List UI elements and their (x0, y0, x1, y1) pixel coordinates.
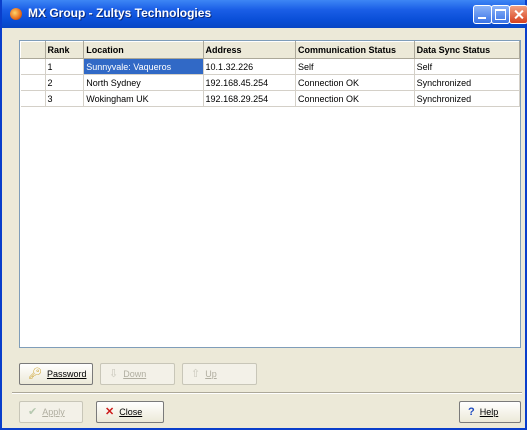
separator (12, 392, 522, 394)
cell-communication-status: Connection OK (295, 74, 415, 91)
mx-group-list[interactable]: Rank Location Address Communication Stat… (19, 40, 521, 348)
apply-button-label: Apply (42, 407, 65, 417)
minimize-button[interactable] (473, 5, 492, 24)
cell-location[interactable]: Wokingham UK (83, 90, 204, 107)
row-selector[interactable] (20, 58, 46, 75)
table-header-row: Rank Location Address Communication Stat… (20, 41, 520, 59)
close-button[interactable]: ✕ Close (96, 401, 164, 423)
app-icon (10, 8, 22, 20)
key-icon: 🔑︎ (28, 367, 42, 380)
window-title: MX Group - Zultys Technologies (28, 6, 212, 20)
mx-group-table: Rank Location Address Communication Stat… (20, 41, 520, 107)
column-header-communication-status[interactable]: Communication Status (294, 41, 415, 59)
table-row[interactable]: 1 Sunnyvale: Vaqueros 10.1.32.226 Self S… (20, 58, 520, 75)
cell-communication-status: Self (295, 58, 415, 75)
help-icon: ? (468, 405, 475, 418)
down-button[interactable]: ⇩ Down (100, 363, 175, 385)
cell-rank: 3 (45, 90, 85, 107)
maximize-button[interactable] (491, 5, 510, 24)
down-button-label: Down (123, 369, 147, 379)
password-button-label: Password (46, 369, 87, 379)
mx-group-window: MX Group - Zultys Technologies Rank Loca… (0, 0, 528, 430)
help-button[interactable]: ? Help (459, 401, 521, 423)
title-bar[interactable]: MX Group - Zultys Technologies (2, 0, 528, 28)
cell-location[interactable]: North Sydney (83, 74, 204, 91)
password-button[interactable]: 🔑︎ Password (19, 363, 93, 385)
table-row[interactable]: 2 North Sydney 192.168.45.254 Connection… (20, 74, 520, 91)
cell-address: 192.168.29.254 (203, 90, 296, 107)
up-button-label: Up (205, 369, 217, 379)
row-selector[interactable] (20, 90, 46, 107)
cell-data-sync-status: Synchronized (414, 90, 520, 107)
help-button-label: Help (479, 407, 499, 417)
close-button-label: Close (119, 407, 143, 417)
close-x-icon: ✕ (105, 405, 115, 418)
cell-address: 10.1.32.226 (203, 58, 296, 75)
column-header-data-sync-status[interactable]: Data Sync Status (413, 41, 520, 59)
cell-data-sync-status: Synchronized (414, 74, 520, 91)
up-button[interactable]: ⇧ Up (182, 363, 257, 385)
close-window-button[interactable] (509, 5, 528, 24)
column-header-rank[interactable]: Rank (44, 41, 85, 59)
cell-location[interactable]: Sunnyvale: Vaqueros (83, 58, 204, 75)
column-header-address[interactable]: Address (202, 41, 296, 59)
checkmark-icon: ✔ (28, 405, 38, 418)
cell-address: 192.168.45.254 (203, 74, 296, 91)
cell-rank: 2 (45, 74, 85, 91)
arrow-down-icon: ⇩ (109, 367, 119, 380)
cell-data-sync-status: Self (414, 58, 520, 75)
cell-rank: 1 (45, 58, 85, 75)
arrow-up-icon: ⇧ (191, 367, 201, 380)
cell-communication-status: Connection OK (295, 90, 415, 107)
column-header-location[interactable]: Location (83, 41, 204, 59)
apply-button[interactable]: ✔ Apply (19, 401, 83, 423)
table-row[interactable]: 3 Wokingham UK 192.168.29.254 Connection… (20, 90, 520, 107)
row-selector[interactable] (20, 74, 46, 91)
column-header-select[interactable] (20, 41, 46, 59)
